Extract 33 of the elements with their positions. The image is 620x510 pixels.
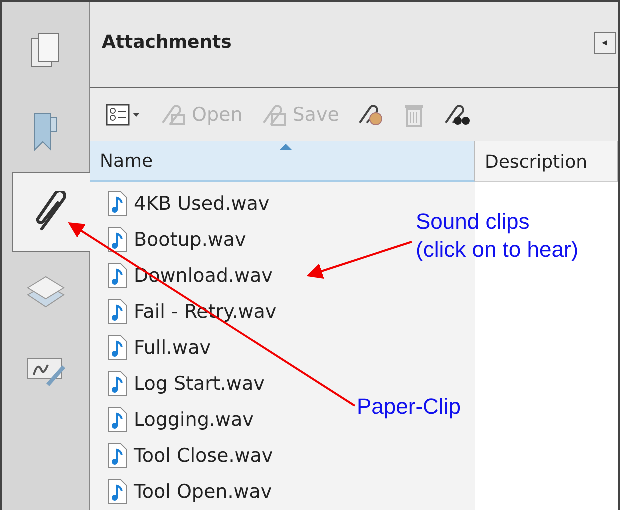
annotation-text: Sound clips xyxy=(416,208,531,236)
file-name[interactable]: Log Start.wav xyxy=(134,372,265,395)
column-header[interactable]: Description xyxy=(475,140,618,182)
layers-icon xyxy=(26,275,66,309)
audio-file-icon xyxy=(108,226,128,253)
column-header[interactable]: Name xyxy=(90,140,475,182)
audio-file-icon xyxy=(108,190,128,217)
paperclip-icon xyxy=(34,191,70,233)
audio-file-icon xyxy=(108,262,128,289)
save-file-icon xyxy=(260,102,287,126)
panel-title: Attachments xyxy=(102,32,232,54)
annotation-text: (click on to hear) xyxy=(416,236,579,264)
audio-file-icon xyxy=(108,370,128,397)
file-name[interactable]: Tool Close.wav xyxy=(134,444,274,467)
sort-arrow-icon xyxy=(280,144,292,150)
file-name[interactable]: 4KB Used.wav xyxy=(134,192,270,215)
file-name[interactable]: Full.wav xyxy=(134,336,211,359)
file-name[interactable]: Logging.wav xyxy=(134,408,254,431)
annotation-text: Paper-Clip xyxy=(357,393,461,421)
open-file-icon xyxy=(160,102,186,126)
audio-file-icon xyxy=(108,334,128,361)
sidebar-tab[interactable] xyxy=(12,172,90,252)
audio-file-icon xyxy=(108,478,128,505)
audio-file-icon xyxy=(108,406,128,433)
file-name[interactable]: Tool Open.wav xyxy=(134,480,272,503)
audio-file-icon xyxy=(108,442,128,469)
search-icon xyxy=(443,102,472,126)
collapse-button[interactable]: ◂ xyxy=(594,32,616,54)
list-options-icon xyxy=(106,102,142,126)
add-attachment-icon xyxy=(357,102,386,126)
audio-file-icon xyxy=(108,298,128,325)
bookmark-icon xyxy=(33,112,59,152)
file-name[interactable]: Bootup.wav xyxy=(134,228,246,251)
